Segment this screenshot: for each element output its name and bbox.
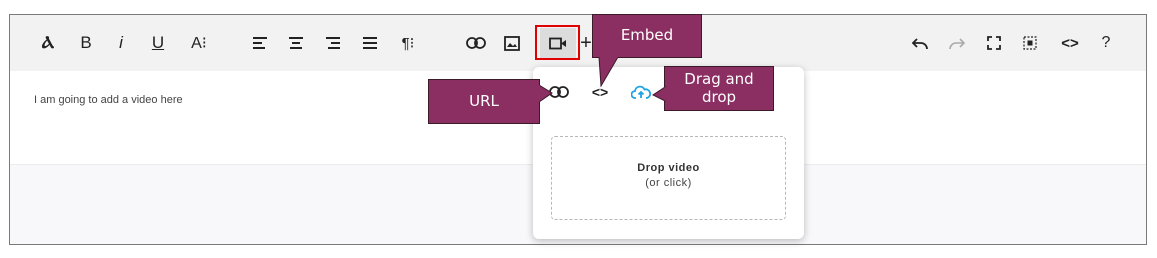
dropzone-title: Drop video bbox=[637, 162, 700, 174]
select-all-icon[interactable] bbox=[1020, 31, 1040, 55]
align-justify-icon[interactable] bbox=[360, 31, 380, 55]
callout-embed: Embed bbox=[592, 14, 702, 58]
undo-icon[interactable] bbox=[910, 31, 930, 55]
italic-label: i bbox=[119, 33, 123, 52]
align-left-icon[interactable] bbox=[250, 31, 270, 55]
underline-label: U bbox=[151, 33, 165, 52]
upload-cloud-icon[interactable] bbox=[629, 83, 653, 101]
paragraph-label: ¶⁝ bbox=[401, 35, 415, 52]
callout-drag-drop-tail bbox=[652, 86, 666, 102]
editor-content[interactable]: I am going to add a video here bbox=[34, 94, 183, 106]
code-label: <> bbox=[1061, 34, 1079, 52]
callout-embed-label: Embed bbox=[620, 26, 674, 45]
plus-label: + bbox=[580, 31, 592, 54]
align-right-icon[interactable] bbox=[323, 31, 343, 55]
callout-drag-drop: Drag and drop bbox=[664, 66, 774, 111]
redo-icon[interactable] bbox=[947, 31, 967, 55]
image-icon[interactable] bbox=[501, 31, 523, 55]
callout-url: URL bbox=[428, 79, 540, 124]
dropzone-subtitle: (or click) bbox=[645, 177, 692, 189]
callout-url-label: URL bbox=[469, 91, 499, 110]
callout-drag-drop-label: Drag and drop bbox=[684, 70, 754, 106]
underline-button[interactable]: U bbox=[148, 31, 168, 55]
link-icon[interactable] bbox=[465, 31, 487, 55]
fullscreen-icon[interactable] bbox=[984, 31, 1004, 55]
callout-url-tail bbox=[539, 84, 553, 103]
callout-embed-tail bbox=[598, 57, 619, 87]
bold-label: B bbox=[80, 33, 92, 52]
source-code-button[interactable]: <> bbox=[1058, 31, 1082, 55]
video-button-highlight bbox=[535, 25, 580, 60]
italic-button[interactable]: i bbox=[113, 31, 129, 55]
help-label: ? bbox=[1101, 34, 1111, 51]
font-size-button[interactable]: A⁝ bbox=[186, 31, 212, 55]
paragraph-button[interactable]: ¶⁝ bbox=[396, 31, 420, 55]
clear-format-icon[interactable]: Ⲁ bbox=[37, 31, 59, 55]
video-dropzone[interactable]: Drop video (or click) bbox=[551, 136, 786, 220]
bold-button[interactable]: B bbox=[76, 31, 96, 55]
editor-toolbar: Ⲁ B i U A⁝ ¶⁝ + <> ? bbox=[10, 15, 1146, 71]
align-center-icon[interactable] bbox=[286, 31, 306, 55]
font-size-label: A⁝ bbox=[191, 35, 207, 52]
help-button[interactable]: ? bbox=[1098, 31, 1114, 55]
